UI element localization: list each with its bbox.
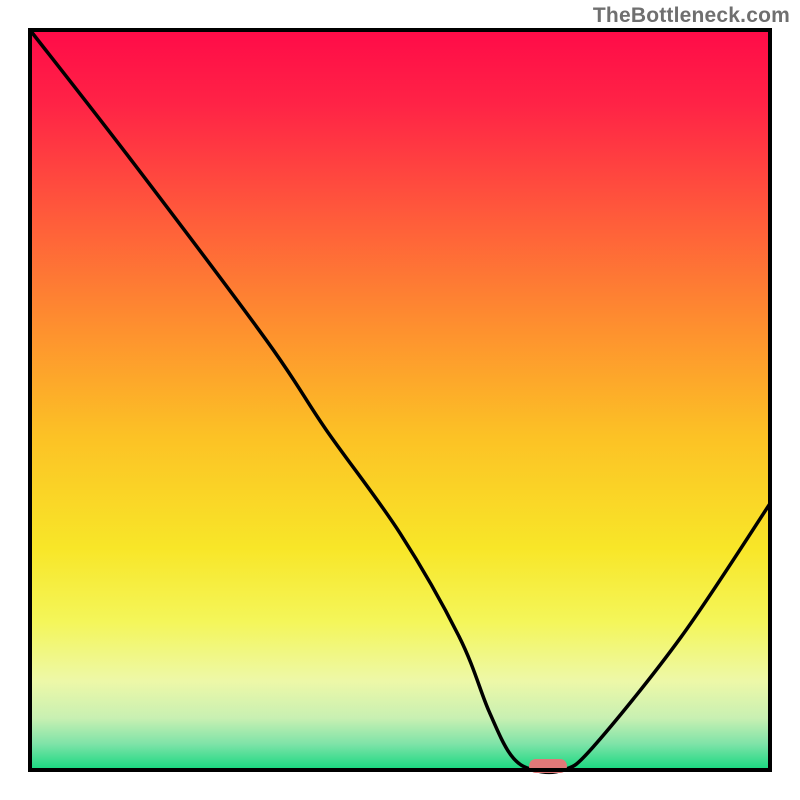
watermark-text: TheBottleneck.com [593,4,790,28]
bottleneck-chart [0,0,800,800]
plot-area [30,30,770,773]
gradient-background [30,30,770,770]
chart-container: TheBottleneck.com [0,0,800,800]
